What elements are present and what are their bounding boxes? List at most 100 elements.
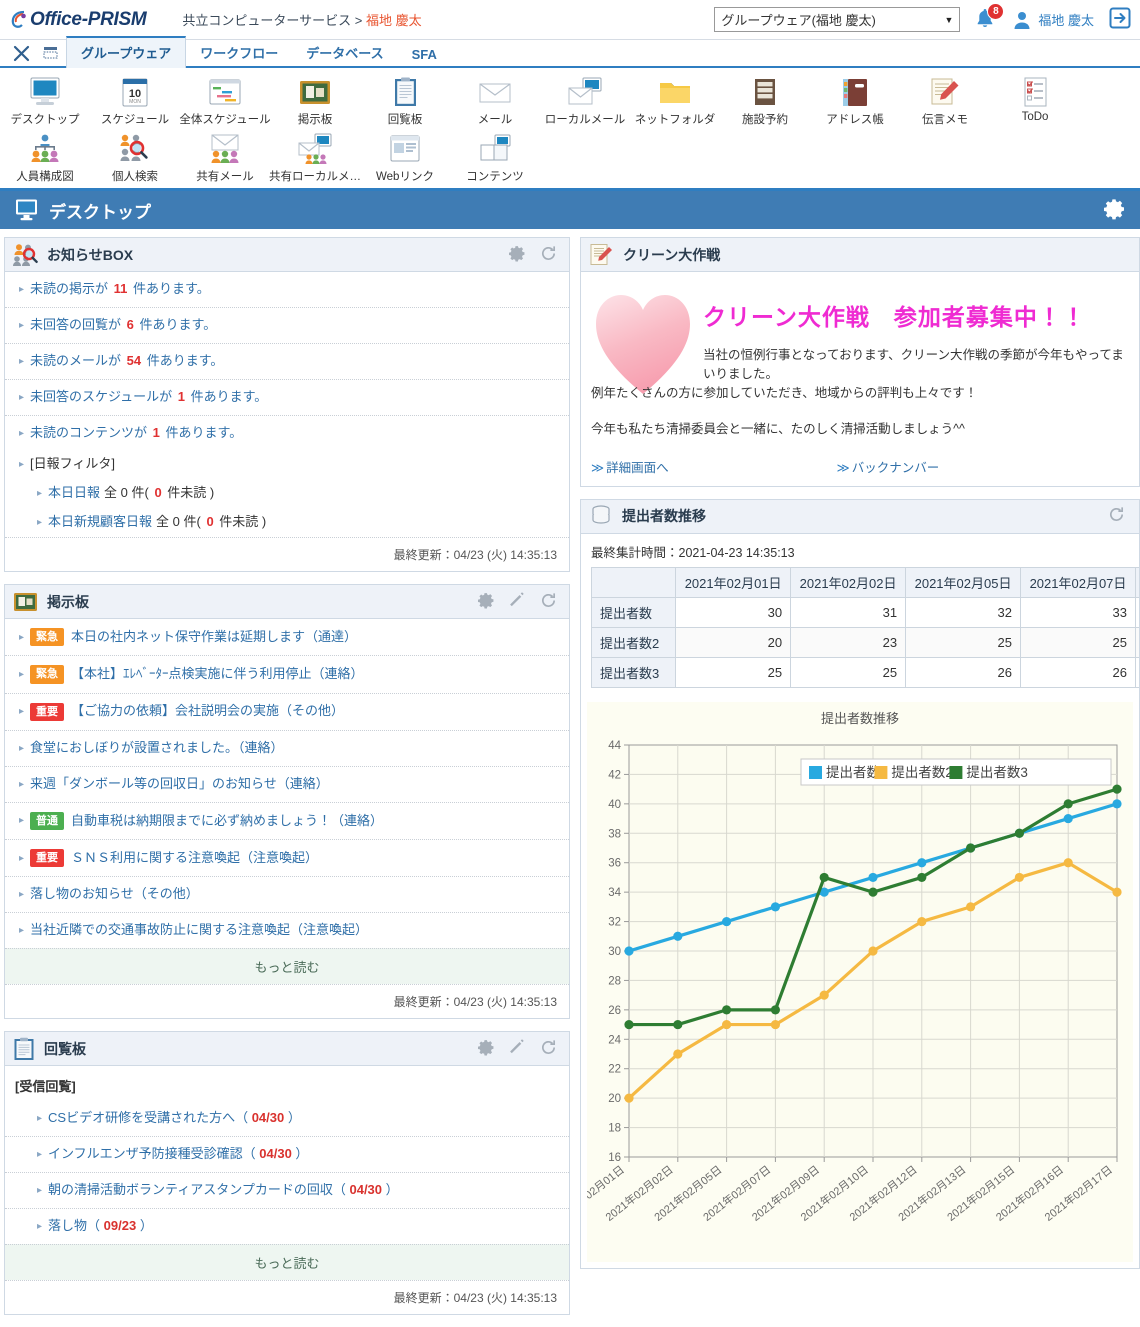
user-menu[interactable]: 福地 慶太 — [1012, 10, 1094, 30]
notice-row[interactable]: ▸ 未読の掲示が 11 件あります。 — [5, 272, 569, 308]
chart-data-point[interactable] — [868, 887, 878, 897]
bulletin-more-button[interactable]: もっと読む — [5, 948, 569, 985]
chart-data-point[interactable] — [1112, 784, 1122, 794]
circulation-row[interactable]: ▸ 朝の清掃活動ボランティアスタンプカードの回収（ 04/30 ） — [5, 1173, 569, 1209]
notice-row[interactable]: ▸ 未回答のスケジュールが 1 件あります。 — [5, 380, 569, 416]
settings-icon[interactable] — [478, 1039, 495, 1059]
daily-report-row[interactable]: ▸ 本日新規顧客日報全 0 件( 0 件未読 ) — [5, 508, 569, 537]
app-icon-shared-mail[interactable]: 共有メール — [180, 129, 270, 186]
app-icon-bulletin-board[interactable]: 掲示板 — [270, 72, 360, 129]
daily-report-filter-label[interactable]: ▸ [日報フィルタ] — [5, 450, 569, 479]
chart-data-point[interactable] — [868, 946, 878, 956]
chart-data-point[interactable] — [722, 1019, 732, 1029]
refresh-icon[interactable] — [540, 245, 557, 265]
bulletin-row[interactable]: ▸ 当社近隣での交通事故防止に関する注意喚起（注意喚起） — [5, 913, 569, 948]
chart-data-point[interactable] — [1063, 857, 1073, 868]
settings-icon[interactable] — [509, 245, 526, 265]
refresh-icon[interactable] — [540, 1039, 557, 1059]
y-axis-tick-label: 40 — [608, 799, 621, 811]
chart-svg[interactable]: 1618202224262830323436384042442021年02月01… — [587, 727, 1135, 1267]
chart-data-point[interactable] — [673, 1049, 683, 1059]
app-icon-person-search[interactable]: 個人検索 — [90, 129, 180, 186]
circulation-row[interactable]: ▸ インフルエンザ予防接種受診確認（ 04/30 ） — [5, 1137, 569, 1173]
app-icon-facility[interactable]: 施設予約 — [720, 72, 810, 129]
chart-data-point[interactable] — [819, 990, 829, 1000]
page-settings-button[interactable] — [1104, 198, 1126, 223]
app-icon-contents[interactable]: コンテンツ — [450, 129, 540, 186]
app-icon-calendar[interactable]: 10 MON スケジュール — [90, 72, 180, 129]
app-icon-label: 共有ローカルメ… — [269, 171, 361, 183]
bulletin-row[interactable]: ▸ 重要 ＳＮＳ利用に関する注意喚起（注意喚起） — [5, 840, 569, 878]
chart-data-point[interactable] — [722, 916, 732, 926]
circulation-more-button[interactable]: もっと読む — [5, 1243, 569, 1280]
notice-row[interactable]: ▸ 未回答の回覧が 6 件あります。 — [5, 308, 569, 344]
chart-data-point[interactable] — [722, 1005, 732, 1015]
app-icon-address-book[interactable]: アドレス帳 — [810, 72, 900, 129]
notifications-button[interactable]: 8 — [974, 2, 1005, 33]
refresh-icon[interactable] — [1108, 506, 1125, 526]
bulletin-row[interactable]: ▸ 普通 自動車税は納期限までに必ず納めましょう！（連絡） — [5, 803, 569, 841]
chart-data-point[interactable] — [917, 916, 927, 926]
bulletin-row[interactable]: ▸ 食堂におしぼりが設置されました。（連絡） — [5, 731, 569, 767]
bulletin-row[interactable]: ▸ 落し物のお知らせ（その他） — [5, 877, 569, 914]
app-icon-web-link[interactable]: Webリンク — [360, 129, 450, 186]
refresh-icon[interactable] — [540, 592, 557, 612]
tab-3[interactable]: SFA — [398, 42, 451, 68]
app-icon-folder[interactable]: ネットフォルダ — [630, 72, 720, 129]
edit-icon[interactable] — [509, 591, 526, 612]
tab-1[interactable]: ワークフロー — [186, 38, 292, 68]
app-icon-org-chart[interactable]: 人員構成図 — [0, 129, 90, 186]
chart-data-point[interactable] — [1063, 813, 1073, 823]
app-icon-clipboard[interactable]: 回覧板 — [360, 72, 450, 129]
daily-report-row[interactable]: ▸ 本日日報全 0 件( 0 件未読 ) — [5, 479, 569, 508]
tab-0[interactable]: グループウェア — [66, 36, 187, 68]
chart-data-point[interactable] — [770, 902, 780, 912]
app-icon-monitor[interactable]: デスクトップ — [0, 72, 90, 129]
group-select[interactable]: グループウェア(福地 慶太) ▼ — [714, 7, 961, 32]
chart-data-point[interactable] — [1014, 828, 1024, 838]
circulation-row[interactable]: ▸ 落し物（ 09/23 ） — [5, 1209, 569, 1244]
chart-data-point[interactable] — [1014, 872, 1024, 882]
bulletin-row[interactable]: ▸ 来週「ダンボール等の回収日」のお知らせ（連絡） — [5, 767, 569, 803]
settings-icon[interactable] — [478, 592, 495, 612]
chart-data-point[interactable] — [673, 931, 683, 941]
back-number-link[interactable]: ≫ バックナンバー — [837, 457, 940, 476]
chart-data-point[interactable] — [1063, 799, 1073, 809]
app-icon-envelope[interactable]: メール — [450, 72, 540, 129]
chart-data-point[interactable] — [673, 1019, 683, 1029]
bulletin-row[interactable]: ▸ 緊急 【本社】ｴﾚﾍﾞｰﾀｰ点検実施に伴う利用停止（連絡） — [5, 656, 569, 694]
chart-data-point[interactable] — [966, 902, 976, 912]
logout-button[interactable] — [1108, 6, 1132, 33]
tab-2[interactable]: データベース — [292, 38, 397, 68]
bulletin-row[interactable]: ▸ 緊急 本日の社内ネット保守作業は延期します（通達） — [5, 619, 569, 657]
minimize-tabs-button[interactable] — [36, 40, 66, 66]
circulation-row[interactable]: ▸ CSビデオ研修を受講された方へ（ 04/30 ） — [5, 1101, 569, 1138]
chart-data-point[interactable] — [1112, 887, 1122, 897]
app-icon-gantt[interactable]: 全体スケジュール — [179, 72, 271, 129]
close-tab-button[interactable] — [6, 40, 36, 66]
app-icon-todo[interactable]: ToDo — [990, 72, 1080, 129]
notice-row[interactable]: ▸ 未読のメールが 54 件あります。 — [5, 344, 569, 380]
detail-link[interactable]: ≫ 詳細画面へ — [591, 457, 669, 476]
chart-data-point[interactable] — [624, 1093, 634, 1103]
app-icon-shared-local-mail[interactable]: 共有ローカルメ… — [269, 129, 361, 186]
app-logo[interactable]: Office-PRISM — [10, 9, 147, 31]
chart-data-point[interactable] — [917, 872, 927, 882]
chart-data-point[interactable] — [966, 843, 976, 853]
app-icon-label: ネットフォルダ — [634, 114, 716, 126]
chart-data-point[interactable] — [770, 1019, 780, 1029]
chart-data-point[interactable] — [868, 872, 878, 882]
chart-data-point[interactable] — [917, 857, 927, 868]
notice-row[interactable]: ▸ 未読のコンテンツが 1 件あります。 — [5, 416, 569, 451]
chart-legend: 提出者数 提出者数2 提出者数3 — [800, 758, 1112, 786]
submitter-table-scroll[interactable]: 2021年02月01日 2021年02月02日 2021年02月05日 2021年02… — [581, 566, 1139, 688]
app-icon-memo-pencil[interactable]: 伝言メモ — [900, 72, 990, 129]
edit-icon[interactable] — [509, 1038, 526, 1059]
chart-data-point[interactable] — [1112, 799, 1122, 809]
chart-data-point[interactable] — [770, 1005, 780, 1015]
chart-data-point[interactable] — [819, 872, 829, 882]
bulletin-row[interactable]: ▸ 重要 【ご協力の依頼】会社説明会の実施（その他） — [5, 694, 569, 732]
chart-data-point[interactable] — [624, 946, 634, 956]
app-icon-local-mail[interactable]: ローカルメール — [540, 72, 630, 129]
chart-data-point[interactable] — [624, 1019, 634, 1029]
